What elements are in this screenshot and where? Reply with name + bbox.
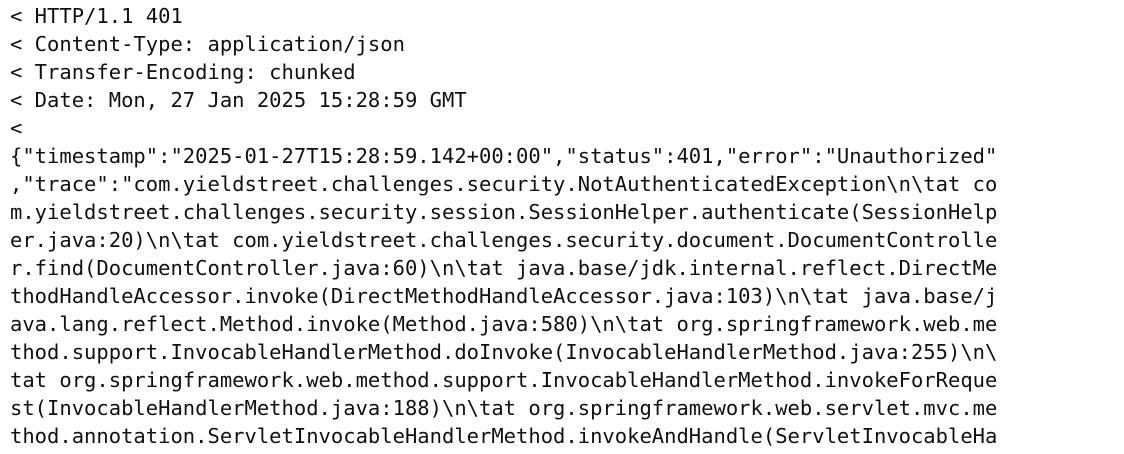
response-body-line: thodHandleAccessor.invoke(DirectMethodHa… <box>10 284 998 308</box>
response-body-line: {"timestamp":"2025-01-27T15:28:59.142+00… <box>10 144 998 168</box>
response-body-line: thod.annotation.ServletInvocableHandlerM… <box>10 424 998 448</box>
response-body-line: r.find(DocumentController.java:60)\n\tat… <box>10 256 998 280</box>
response-header-date: < Date: Mon, 27 Jan 2025 15:28:59 GMT <box>10 88 467 112</box>
response-body-line: ,"trace":"com.yieldstreet.challenges.sec… <box>10 172 998 196</box>
response-body-line: ava.lang.reflect.Method.invoke(Method.ja… <box>10 312 998 336</box>
response-header-end: < <box>10 116 23 140</box>
response-header-transfer-encoding: < Transfer-Encoding: chunked <box>10 60 356 84</box>
response-body-line: st(InvocableHandlerMethod.java:188)\n\ta… <box>10 396 998 420</box>
response-body-line: thod.support.InvocableHandlerMethod.doIn… <box>10 340 998 364</box>
response-body-line: er.java:20)\n\tat com.yieldstreet.challe… <box>10 228 998 252</box>
terminal-output: < HTTP/1.1 401 < Content-Type: applicati… <box>0 0 1124 454</box>
response-line-status: < HTTP/1.1 401 <box>10 4 183 28</box>
response-body-line: tat org.springframework.web.method.suppo… <box>10 368 998 392</box>
response-header-content-type: < Content-Type: application/json <box>10 32 405 56</box>
response-body-line: m.yieldstreet.challenges.security.sessio… <box>10 200 998 224</box>
